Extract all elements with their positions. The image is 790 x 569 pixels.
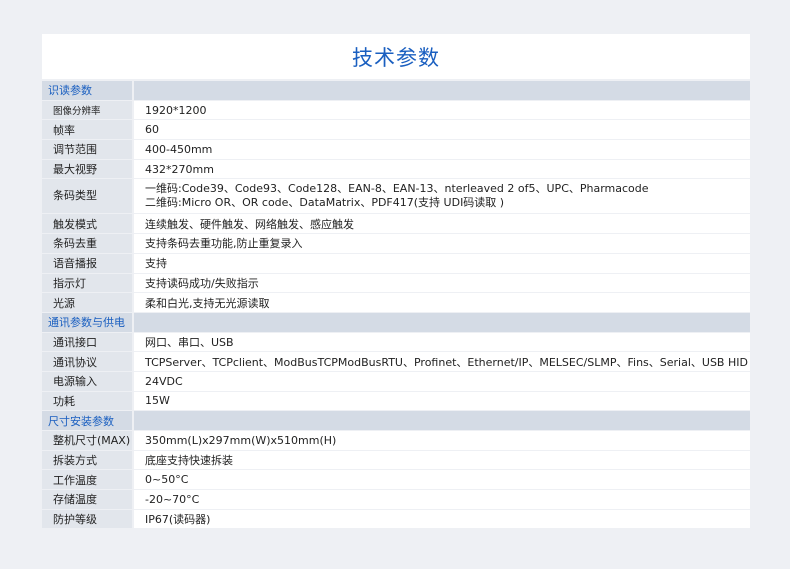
spec-row: 语音播报 支持 (42, 253, 750, 273)
spec-label: 整机尺寸(MAX) (42, 431, 132, 450)
spec-value: 底座支持快速拆装 (132, 450, 750, 470)
spec-value: 支持条码去重功能,防止重复录入 (132, 234, 750, 253)
spec-row: 工作温度 0~50°C (42, 470, 750, 490)
spec-row: 最大视野 432*270mm (42, 159, 750, 179)
spec-label: 防护等级 (42, 509, 132, 529)
spec-label: 指示灯 (42, 273, 132, 293)
spec-row: 电源输入 24VDC (42, 371, 750, 391)
spec-row: 功耗 15W (42, 391, 750, 411)
spec-value: TCPServer、TCPclient、ModBusTCPModBusRTU、P… (132, 352, 750, 371)
spec-row: 图像分辨率 1920*1200 (42, 100, 750, 120)
spec-table: 识读参数 图像分辨率 1920*1200 帧率 60 调节范围 400-450mm 最大视野 4… (42, 80, 750, 529)
spec-value: 400-450mm (132, 140, 750, 159)
spec-row: 指示灯 支持读码成功/失败指示 (42, 273, 750, 293)
section-heading: 通讯参数与供电 (42, 312, 132, 332)
page-title-text: 技术参数 (352, 45, 440, 70)
spec-value: 连续触发、硬件触发、网络触发、感应触发 (132, 214, 750, 234)
spec-value: 支持读码成功/失败指示 (132, 273, 750, 293)
spec-row: 通讯接口 网口、串口、USB (42, 332, 750, 352)
spec-row: 帧率 60 (42, 120, 750, 140)
spec-value-line: 二维码:Micro OR、OR code、DataMatrix、PDF417(支… (145, 196, 505, 210)
spec-value: 一维码:Code39、Code93、Code128、EAN-8、EAN-13、n… (132, 179, 750, 214)
spec-value: 60 (132, 120, 750, 140)
spec-label: 光源 (42, 293, 132, 312)
spec-label: 拆装方式 (42, 450, 132, 470)
spec-row: 调节范围 400-450mm (42, 140, 750, 159)
spec-value: 432*270mm (132, 159, 750, 179)
spec-value-line: 一维码:Code39、Code93、Code128、EAN-8、EAN-13、n… (145, 182, 649, 196)
section-heading: 识读参数 (42, 81, 132, 100)
spec-row: 防护等级 IP67(读码器) (42, 509, 750, 529)
spec-label: 最大视野 (42, 159, 132, 179)
spec-row: 存储温度 -20~70°C (42, 490, 750, 509)
spec-label: 图像分辨率 (42, 100, 132, 120)
section-header: 通讯参数与供电 (42, 312, 750, 332)
spec-label: 语音播报 (42, 253, 132, 273)
spec-value: 350mm(L)x297mm(W)x510mm(H) (132, 431, 750, 450)
spec-row: 通讯协议 TCPServer、TCPclient、ModBusTCPModBusR… (42, 352, 750, 371)
section-header: 尺寸安装参数 (42, 411, 750, 430)
spec-label: 通讯接口 (42, 332, 132, 352)
spec-value: 网口、串口、USB (132, 332, 750, 352)
spec-row: 拆装方式 底座支持快速拆装 (42, 450, 750, 470)
spec-label: 通讯协议 (42, 352, 132, 371)
spec-label: 功耗 (42, 391, 132, 411)
spec-row: 条码去重 支持条码去重功能,防止重复录入 (42, 234, 750, 253)
spec-label: 工作温度 (42, 470, 132, 490)
spec-value: 24VDC (132, 371, 750, 391)
spec-row: 触发模式 连续触发、硬件触发、网络触发、感应触发 (42, 214, 750, 234)
spec-label: 条码类型 (42, 179, 132, 214)
spec-label: 条码去重 (42, 234, 132, 253)
spec-value: -20~70°C (132, 490, 750, 509)
spec-label: 电源输入 (42, 371, 132, 391)
spec-sheet: 技术参数 识读参数 图像分辨率 1920*1200 帧率 60 调节范围 400-450mm… (42, 34, 750, 529)
spec-label: 帧率 (42, 120, 132, 140)
spec-label: 存储温度 (42, 490, 132, 509)
spec-value: IP67(读码器) (132, 509, 750, 529)
section-heading: 尺寸安装参数 (42, 411, 132, 430)
spec-row: 光源 柔和白光,支持无光源读取 (42, 293, 750, 312)
spec-value: 1920*1200 (132, 100, 750, 120)
spec-label: 触发模式 (42, 214, 132, 234)
spec-row: 条码类型 一维码:Code39、Code93、Code128、EAN-8、EAN-… (42, 179, 750, 214)
page-title: 技术参数 (42, 34, 750, 79)
spec-value: 支持 (132, 253, 750, 273)
section-header: 识读参数 (42, 81, 750, 100)
spec-value: 柔和白光,支持无光源读取 (132, 293, 750, 312)
spec-label: 调节范围 (42, 140, 132, 159)
spec-value: 0~50°C (132, 470, 750, 490)
spec-row: 整机尺寸(MAX) 350mm(L)x297mm(W)x510mm(H) (42, 431, 750, 450)
spec-value: 15W (132, 391, 750, 411)
